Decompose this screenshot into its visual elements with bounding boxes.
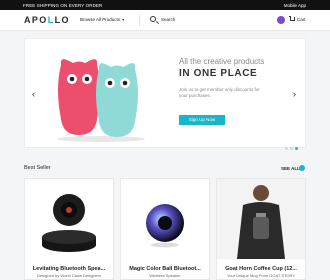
hero-tagline: All the creative products [179,57,265,66]
product-image [146,204,184,248]
product-subtitle: Designed by World Class Designers [37,273,101,278]
product-card[interactable]: Magic Color Ball Bluetoot... Wireless Sp… [120,178,210,280]
hero-carousel: All the creative products IN ONE PLACE J… [24,38,306,150]
divider [139,15,140,26]
product-card[interactable]: Levitating Bluetooth Spea... Designed by… [24,178,114,280]
hero-description: Join us to get member only discounts for… [179,87,260,98]
product-subtitle: Your Unique Mug From GOAT STORY [226,273,296,278]
hero-title: IN ONE PLACE [179,68,258,79]
chevron-down-icon: ▾ [121,17,125,22]
see-all-link[interactable]: SEE ALL [281,166,300,171]
browse-products-dropdown[interactable]: Browse All Products ▾ [80,17,124,22]
main-navbar: APOLLO Browse All Products ▾ Search Cart [0,10,330,31]
shipping-notice: FREE SHIPPING ON EVERY ORDER [23,2,103,8]
product-name[interactable]: Levitating Bluetooth Spea... [25,266,113,272]
sign-up-button[interactable]: Sign Up Now [179,115,225,125]
carousel-dot-active[interactable] [295,147,298,150]
search-icon[interactable] [150,16,156,22]
cart-icon[interactable] [289,16,295,21]
mobile-app-link[interactable]: Mobile App [284,3,306,8]
product-image [42,194,96,252]
search-input[interactable]: Search [161,17,175,22]
product-subtitle: Wireless Speaker [149,273,181,278]
top-announcement-bar: FREE SHIPPING ON EVERY ORDER Mobile App [0,0,330,10]
hero-product-image [57,59,145,142]
chevron-right-icon[interactable]: › [293,89,296,99]
arrow-right-icon[interactable] [299,165,305,171]
cart-link[interactable]: Cart [297,17,306,22]
product-image [217,179,305,259]
logo[interactable]: APOLLO [24,15,70,25]
product-name[interactable]: Goat Horn Coffee Cup (12... [217,266,305,272]
avatar[interactable] [277,16,285,24]
product-name[interactable]: Magic Color Ball Bluetoot... [121,266,209,272]
carousel-dot[interactable] [290,147,293,150]
section-title: Best Seller [24,165,51,171]
carousel-dot[interactable] [285,147,288,150]
product-card[interactable]: Goat Horn Coffee Cup (12... Your Unique … [216,178,306,280]
browse-label: Browse All Products [80,17,121,22]
chevron-left-icon[interactable]: ‹ [32,89,35,99]
carousel-dots [283,137,298,155]
